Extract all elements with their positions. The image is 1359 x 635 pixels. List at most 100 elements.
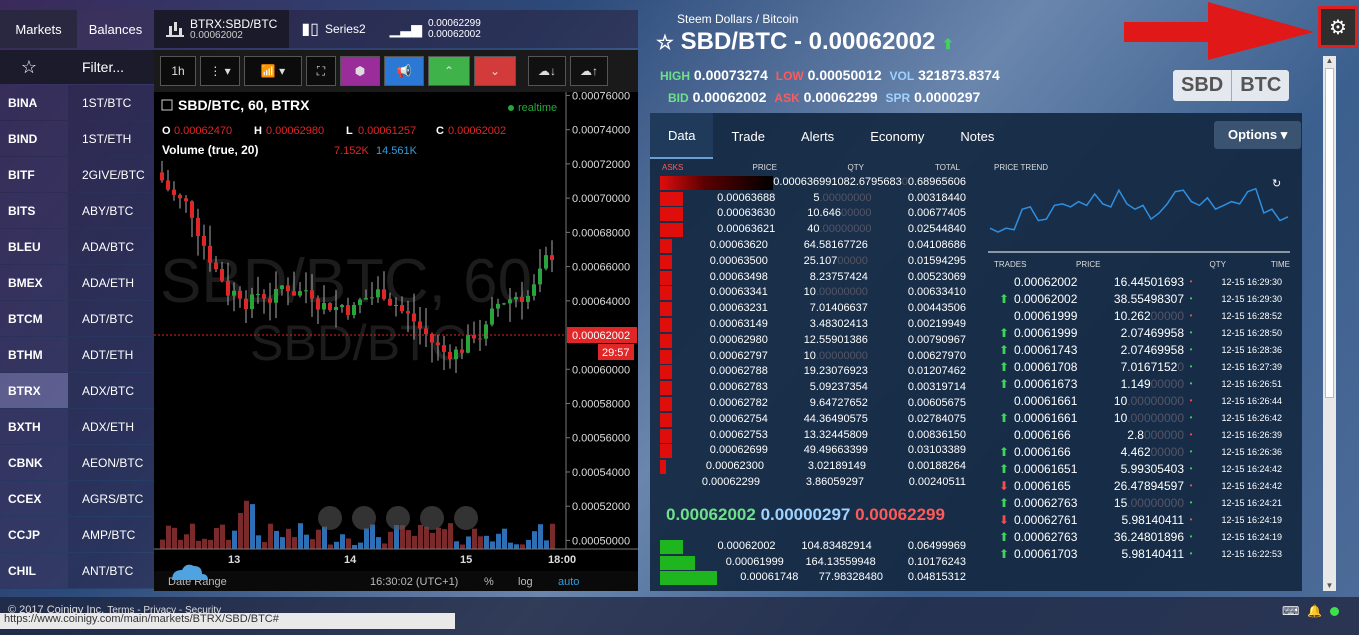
sell-button[interactable]: ⌄ [474, 56, 516, 86]
market-row[interactable]: BLEU ADA/BTC [0, 229, 154, 265]
exchange-code[interactable]: CCEX [0, 481, 68, 516]
exchange-code[interactable]: BXTH [0, 409, 68, 444]
scroll-down-icon[interactable]: ▼ [1323, 581, 1336, 591]
market-row[interactable]: CCJP AMP/BTC [0, 517, 154, 553]
exchange-code[interactable]: BINA [0, 85, 68, 120]
market-row[interactable]: BINA 1ST/BTC [0, 85, 154, 121]
ask-row[interactable]: 0.00063699 1082.67956830 0.68965606 [660, 174, 966, 190]
ask-row[interactable]: 0.00062797 10.00000000 0.00627970 [660, 348, 966, 364]
zoom-out-icon[interactable] [318, 506, 342, 530]
ask-row[interactable]: 0.00062783 5.09237354 0.00319714 [660, 379, 966, 396]
coin-btc-button[interactable]: BTC [1231, 70, 1289, 101]
tab-balances[interactable]: Balances [77, 10, 154, 48]
market-pair[interactable]: ADT/BTC [68, 301, 154, 336]
ask-row[interactable]: 0.00063620 64.58167726 0.04108686 [660, 237, 966, 254]
market-pair[interactable]: 2GIVE/BTC [68, 157, 154, 192]
ask-row[interactable]: 0.00063630 10.64600000 0.00677405 [660, 206, 966, 222]
minus-icon[interactable] [352, 506, 376, 530]
exchange-code[interactable]: CBNK [0, 445, 68, 480]
ask-row[interactable]: 0.00062788 19.23076923 0.01207462 [660, 364, 966, 380]
ask-row[interactable]: 0.00063341 10.00000000 0.00633410 [660, 285, 966, 301]
zoom-in-icon[interactable] [420, 506, 444, 530]
auto-button[interactable]: auto [558, 576, 579, 588]
market-pair[interactable]: ADX/BTC [68, 373, 154, 408]
tab-economy[interactable]: Economy [852, 113, 942, 159]
exchange-code[interactable]: BTHM [0, 337, 68, 372]
chart-clock[interactable]: 16:30:02 (UTC+1) [370, 576, 458, 588]
tab-data[interactable]: Data [650, 113, 714, 159]
chart-tab-depth[interactable]: ▁▃▆ 0.00062299 0.00062002 [378, 10, 493, 48]
ask-row[interactable]: 0.00062754 44.36490575 0.02784075 [660, 411, 966, 427]
exchange-code[interactable]: BIND [0, 121, 68, 156]
market-pair[interactable]: 1ST/BTC [68, 85, 154, 120]
coin-sbd-button[interactable]: SBD [1173, 70, 1231, 101]
bid-row[interactable]: 0.00062002 104.83482914 0.06499969 [660, 538, 966, 554]
market-pair[interactable]: AEON/BTC [68, 445, 154, 480]
market-pair[interactable]: AGRS/BTC [68, 481, 154, 516]
favorites-star-icon[interactable]: ☆ [0, 57, 58, 78]
exchange-code[interactable]: CHIL [0, 553, 68, 588]
bell-icon[interactable]: 🔔 [1307, 604, 1322, 618]
market-row[interactable]: BXTH ADX/ETH [0, 409, 154, 445]
tab-notes[interactable]: Notes [942, 113, 1012, 159]
indicators-button[interactable]: 📶 ▾ [244, 56, 302, 86]
market-row[interactable]: BITS ABY/BTC [0, 193, 154, 229]
ask-row[interactable]: 0.00062699 49.49663399 0.03103389 [660, 443, 966, 459]
exchange-code[interactable]: BMEX [0, 265, 68, 300]
forward-icon[interactable] [454, 506, 478, 530]
market-row[interactable]: BTHM ADT/ETH [0, 337, 154, 373]
download-button[interactable]: ☁↓ [528, 56, 566, 86]
percent-button[interactable]: % [484, 576, 494, 588]
interval-dropdown[interactable]: ⋮ ▾ [200, 56, 240, 86]
market-row[interactable]: BMEX ADA/ETH [0, 265, 154, 301]
keyboard-icon[interactable]: ⌨ [1282, 604, 1299, 618]
scrollbar[interactable]: ▲ ▼ [1323, 56, 1336, 591]
tab-alerts[interactable]: Alerts [783, 113, 852, 159]
ask-row[interactable]: 0.00062980 12.55901386 0.00790967 [660, 332, 966, 348]
market-row[interactable]: BIND 1ST/ETH [0, 121, 154, 157]
exchange-code[interactable]: BTCM [0, 301, 68, 336]
ask-row[interactable]: 0.00063621 40.00000000 0.02544840 [660, 221, 966, 238]
chart-tab-series2[interactable]: ▮▯ Series2 [289, 10, 377, 48]
ask-row[interactable]: 0.00062753 13.32445809 0.00836150 [660, 427, 966, 443]
market-pair[interactable]: ANT/BTC [68, 553, 154, 588]
reset-icon[interactable] [386, 506, 410, 530]
market-row[interactable]: BTRX ADX/BTC [0, 373, 154, 409]
market-pair[interactable]: ADA/ETH [68, 265, 154, 300]
market-pair[interactable]: ADT/ETH [68, 337, 154, 372]
bid-row[interactable]: 0.00061999 164.13559948 0.10176243 [660, 554, 966, 570]
filter-input[interactable]: Filter... [58, 59, 124, 75]
ask-row[interactable]: 0.00063688 5.00000000 0.00318440 [660, 190, 966, 206]
announce-button[interactable]: 📢 [384, 56, 424, 86]
market-pair[interactable]: 1ST/ETH [68, 121, 154, 156]
buy-button[interactable]: ⌃ [428, 56, 470, 86]
market-row[interactable]: CHIL ANT/BTC [0, 553, 154, 589]
ask-row[interactable]: 0.00063498 8.23757424 0.00523069 [660, 269, 966, 285]
market-pair[interactable]: ADX/ETH [68, 409, 154, 444]
market-pair[interactable]: ABY/BTC [68, 193, 154, 228]
market-row[interactable]: BTCM ADT/BTC [0, 301, 154, 337]
price-chart[interactable]: SBD/BTC, 60SBD/BTC0.000760000.000740000.… [154, 92, 638, 591]
interval-button[interactable]: 1h [160, 56, 196, 86]
exchange-code[interactable]: BITF [0, 157, 68, 192]
exchange-code[interactable]: BITS [0, 193, 68, 228]
scroll-up-icon[interactable]: ▲ [1323, 56, 1336, 66]
options-button[interactable]: Options ▾ [1214, 121, 1302, 149]
exchange-code[interactable]: BLEU [0, 229, 68, 264]
ask-row[interactable]: 0.00062300 3.02189149 0.00188264 [660, 458, 966, 475]
upload-button[interactable]: ☁↑ [570, 56, 608, 86]
log-button[interactable]: log [518, 576, 533, 588]
exchange-code[interactable]: CCJP [0, 517, 68, 552]
fullscreen-button[interactable]: ⛶ [306, 56, 336, 86]
chart-tab-main[interactable]: BTRX:SBD/BTC 0.00062002 [154, 10, 290, 48]
scroll-thumb[interactable] [1325, 68, 1334, 398]
ask-row[interactable]: 0.00063231 7.01406637 0.00443506 [660, 300, 966, 317]
cube-button[interactable]: ⬢ [340, 56, 380, 86]
settings-button[interactable]: ⚙ [1318, 6, 1358, 48]
market-row[interactable]: BITF 2GIVE/BTC [0, 157, 154, 193]
ask-row[interactable]: 0.00062299 3.86059297 0.00240511 [660, 474, 966, 490]
ask-row[interactable]: 0.00062782 9.64727652 0.00605675 [660, 395, 966, 412]
market-pair[interactable]: AMP/BTC [68, 517, 154, 552]
favorite-star-icon[interactable]: ☆ [656, 32, 674, 54]
market-row[interactable]: CCEX AGRS/BTC [0, 481, 154, 517]
